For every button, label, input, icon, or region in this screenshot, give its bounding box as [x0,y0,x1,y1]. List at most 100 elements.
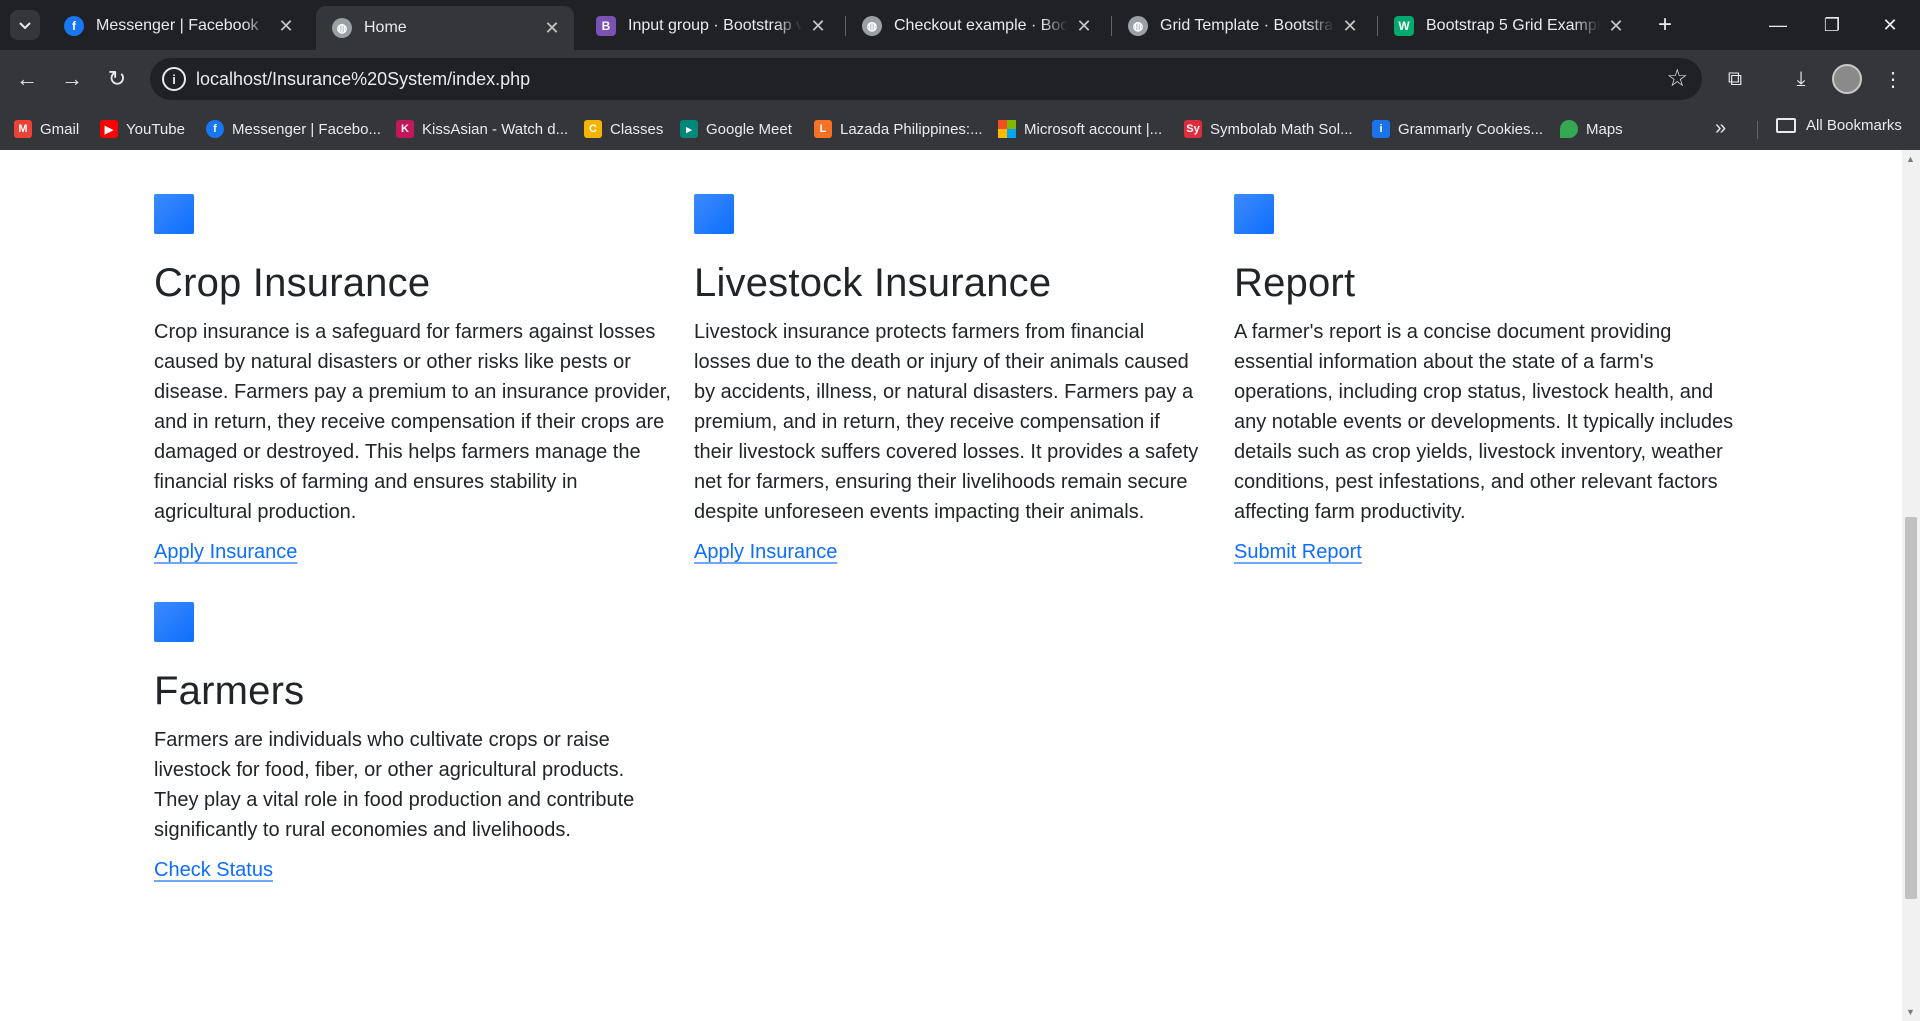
close-icon[interactable]: ✕ [1074,16,1094,36]
tab-title: Checkout example · Bootst [894,17,1068,34]
bookmark-grammarly[interactable]: i Grammarly Cookies... [1372,117,1543,141]
all-bookmarks-label: All Bookmarks [1806,117,1902,134]
back-button[interactable]: ← [10,62,44,96]
bookmark-kissasian[interactable]: K KissAsian - Watch d... [396,117,568,141]
profile-avatar[interactable] [1832,64,1862,94]
feature-icon [154,602,194,642]
classroom-icon: C [584,120,602,138]
close-window-button[interactable]: ✕ [1864,0,1916,50]
tab-title: Messenger | Facebook [96,17,259,34]
bookmark-microsoft[interactable]: Microsoft account |... [998,117,1162,141]
feature-description: Crop insurance is a safeguard for farmer… [154,321,671,523]
reload-icon: ↻ [107,66,127,91]
arrow-right-icon: → [61,66,83,91]
page-content: Crop Insurance Crop insurance is a safeg… [0,150,1920,1021]
close-icon[interactable]: ✕ [1606,16,1626,36]
lazada-icon: L [814,120,832,138]
bookmarks-divider [1757,121,1758,139]
bookmark-label: Google Meet [706,120,792,138]
feature-icon [154,194,194,234]
close-icon[interactable]: ✕ [276,16,296,36]
bookmark-maps[interactable]: Maps [1560,117,1623,141]
feature-icon [1234,194,1274,234]
feature-farmers: Farmers Farmers are individuals who cult… [154,602,664,882]
downloads-button[interactable]: ⤓ [1784,62,1818,96]
kebab-menu-icon: ⋮ [1883,68,1903,91]
menu-button[interactable]: ⋮ [1876,62,1910,96]
tab-messenger[interactable]: f Messenger | Facebook ✕ [48,7,308,45]
chevron-double-right-icon[interactable]: » [1715,117,1726,140]
minimize-button[interactable]: — [1752,0,1804,50]
address-bar[interactable]: i localhost/Insurance%20System/index.php… [150,58,1702,100]
plus-icon: + [1657,11,1672,38]
feature-title: Crop Insurance [154,261,431,305]
submit-report-link[interactable]: Submit Report [1234,541,1362,564]
meet-icon: ▸ [680,120,698,138]
new-tab-button[interactable]: + [1650,10,1680,40]
reload-button[interactable]: ↻ [100,62,134,96]
bookmark-gmail[interactable]: M Gmail [14,117,79,141]
globe-icon: ◍ [862,16,882,36]
site-info-icon[interactable]: i [162,67,186,91]
apply-insurance-link[interactable]: Apply Insurance [694,541,837,564]
globe-icon: ◍ [1128,16,1148,36]
bookmark-youtube[interactable]: ▶ YouTube [100,117,185,141]
minimize-icon: — [1769,14,1787,35]
tab-title: Input group · Bootstrap v5. [628,17,802,34]
feature-livestock-insurance: Livestock Insurance Livestock insurance … [694,194,1204,564]
bookmark-label: Maps [1586,120,1623,138]
bookmark-symbolab[interactable]: Sy Symbolab Math Sol... [1184,117,1353,141]
bookmark-lazada[interactable]: L Lazada Philippines:... [814,117,983,141]
tab-title: Bootstrap 5 Grid Examples [1426,17,1600,34]
scroll-down-icon[interactable]: ▼ [1906,1007,1915,1017]
all-bookmarks-button[interactable]: All Bookmarks [1776,117,1902,134]
restore-button[interactable]: ❐ [1806,0,1858,50]
tab-input-group[interactable]: B Input group · Bootstrap v5. ✕ [580,7,840,45]
tab-strip: f Messenger | Facebook ✕ ◍ Home ✕ B Inpu… [0,0,1920,50]
close-icon[interactable]: ✕ [542,18,562,38]
page-scrollbar[interactable]: ▲ ▼ [1902,150,1920,1021]
apply-insurance-link[interactable]: Apply Insurance [154,541,297,564]
globe-icon: ◍ [332,18,352,38]
tab-search-button[interactable] [10,10,40,40]
url-text[interactable]: localhost/Insurance%20System/index.php [196,69,530,90]
bookmark-label: Lazada Philippines:... [840,120,983,138]
puzzle-icon: ⧉ [1727,67,1743,90]
feature-title: Farmers [154,669,305,713]
check-status-link[interactable]: Check Status [154,859,273,882]
download-icon: ⤓ [1796,67,1806,90]
bookmark-label: Gmail [40,120,80,138]
bookmark-label: Microsoft account |... [1024,120,1163,138]
bookmark-google-meet[interactable]: ▸ Google Meet [680,117,792,141]
tab-grid-examples[interactable]: W Bootstrap 5 Grid Examples ✕ [1378,7,1638,45]
feature-description: Livestock insurance protects farmers fro… [694,321,1199,523]
kissasian-icon: K [396,120,414,138]
feature-description: A farmer's report is a concise document … [1234,321,1734,523]
bookmark-label: YouTube [126,120,185,138]
bookmark-label: Grammarly Cookies... [1398,120,1544,138]
facebook-icon: f [206,120,224,138]
forward-button[interactable]: → [55,62,89,96]
feature-icon [694,194,734,234]
scroll-up-icon[interactable]: ▲ [1906,154,1915,164]
bookmark-label: Classes [610,120,664,138]
scrollbar-thumb[interactable] [1905,517,1917,899]
bootstrap-icon: B [596,16,616,36]
feature-report: Report A farmer's report is a concise do… [1234,194,1744,564]
star-icon[interactable]: ☆ [1666,64,1688,93]
tab-checkout[interactable]: ◍ Checkout example · Bootst ✕ [846,7,1106,45]
feature-description: Farmers are individuals who cultivate cr… [154,729,635,841]
tab-grid-template[interactable]: ◍ Grid Template · Bootstrap v ✕ [1112,7,1372,45]
microsoft-icon [998,120,1016,138]
bookmark-label: Messenger | Facebo... [232,120,381,138]
tab-home[interactable]: ◍ Home ✕ [316,6,574,50]
chevron-down-icon [19,22,31,30]
w3schools-icon: W [1394,16,1414,36]
gmail-icon: M [14,120,32,138]
close-icon[interactable]: ✕ [1340,16,1360,36]
bookmark-classes[interactable]: C Classes [584,117,663,141]
close-icon[interactable]: ✕ [808,16,828,36]
bookmark-messenger[interactable]: f Messenger | Facebo... [206,117,381,141]
extensions-button[interactable]: ⧉ [1718,62,1752,96]
bookmark-label: KissAsian - Watch d... [422,120,569,138]
